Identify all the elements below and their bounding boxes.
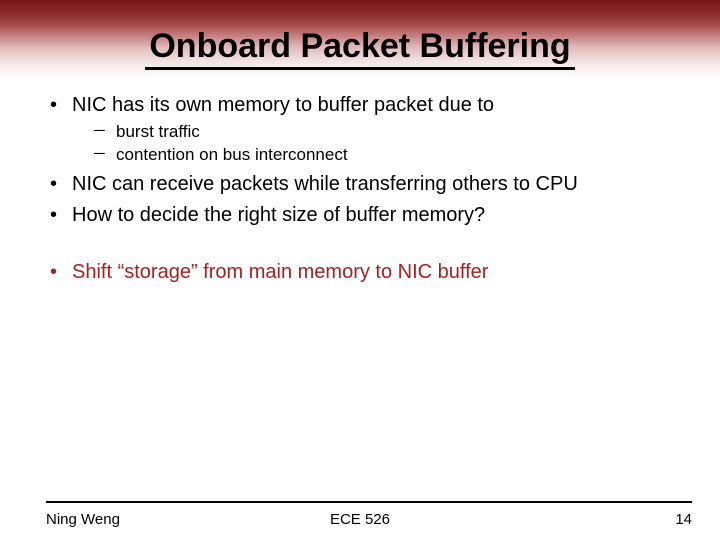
footer-divider (46, 501, 692, 503)
sub-bullet-item: burst traffic (72, 121, 692, 144)
bullet-item: How to decide the right size of buffer m… (46, 202, 692, 229)
footer-page: 14 (675, 511, 692, 528)
footer: Ning Weng ECE 526 14 (0, 501, 720, 528)
sub-bullet-text: burst traffic (116, 122, 200, 141)
bullet-text: NIC has its own memory to buffer packet … (72, 94, 494, 116)
footer-row: Ning Weng ECE 526 14 (46, 511, 692, 528)
bullet-item: NIC can receive packets while transferri… (46, 171, 692, 198)
sub-bullet-text: contention on bus interconnect (116, 145, 348, 164)
bullet-text: NIC can receive packets while transferri… (72, 173, 578, 195)
bullet-item: NIC has its own memory to buffer packet … (46, 92, 692, 167)
slide: Onboard Packet Buffering NIC has its own… (0, 0, 720, 540)
bullet-text: Shift “storage” from main memory to NIC … (72, 261, 488, 283)
slide-title: Onboard Packet Buffering (145, 29, 574, 70)
footer-author: Ning Weng (46, 511, 120, 528)
sub-bullet-item: contention on bus interconnect (72, 144, 692, 167)
content-area: NIC has its own memory to buffer packet … (0, 78, 720, 540)
bullet-list: NIC has its own memory to buffer packet … (46, 92, 692, 229)
bullet-list-red: Shift “storage” from main memory to NIC … (46, 259, 692, 286)
bullet-item-emphasis: Shift “storage” from main memory to NIC … (46, 259, 692, 286)
header-band: Onboard Packet Buffering (0, 0, 720, 78)
spacer (46, 233, 692, 259)
sub-bullet-list: burst traffic contention on bus intercon… (72, 121, 692, 167)
bullet-text: How to decide the right size of buffer m… (72, 204, 485, 226)
